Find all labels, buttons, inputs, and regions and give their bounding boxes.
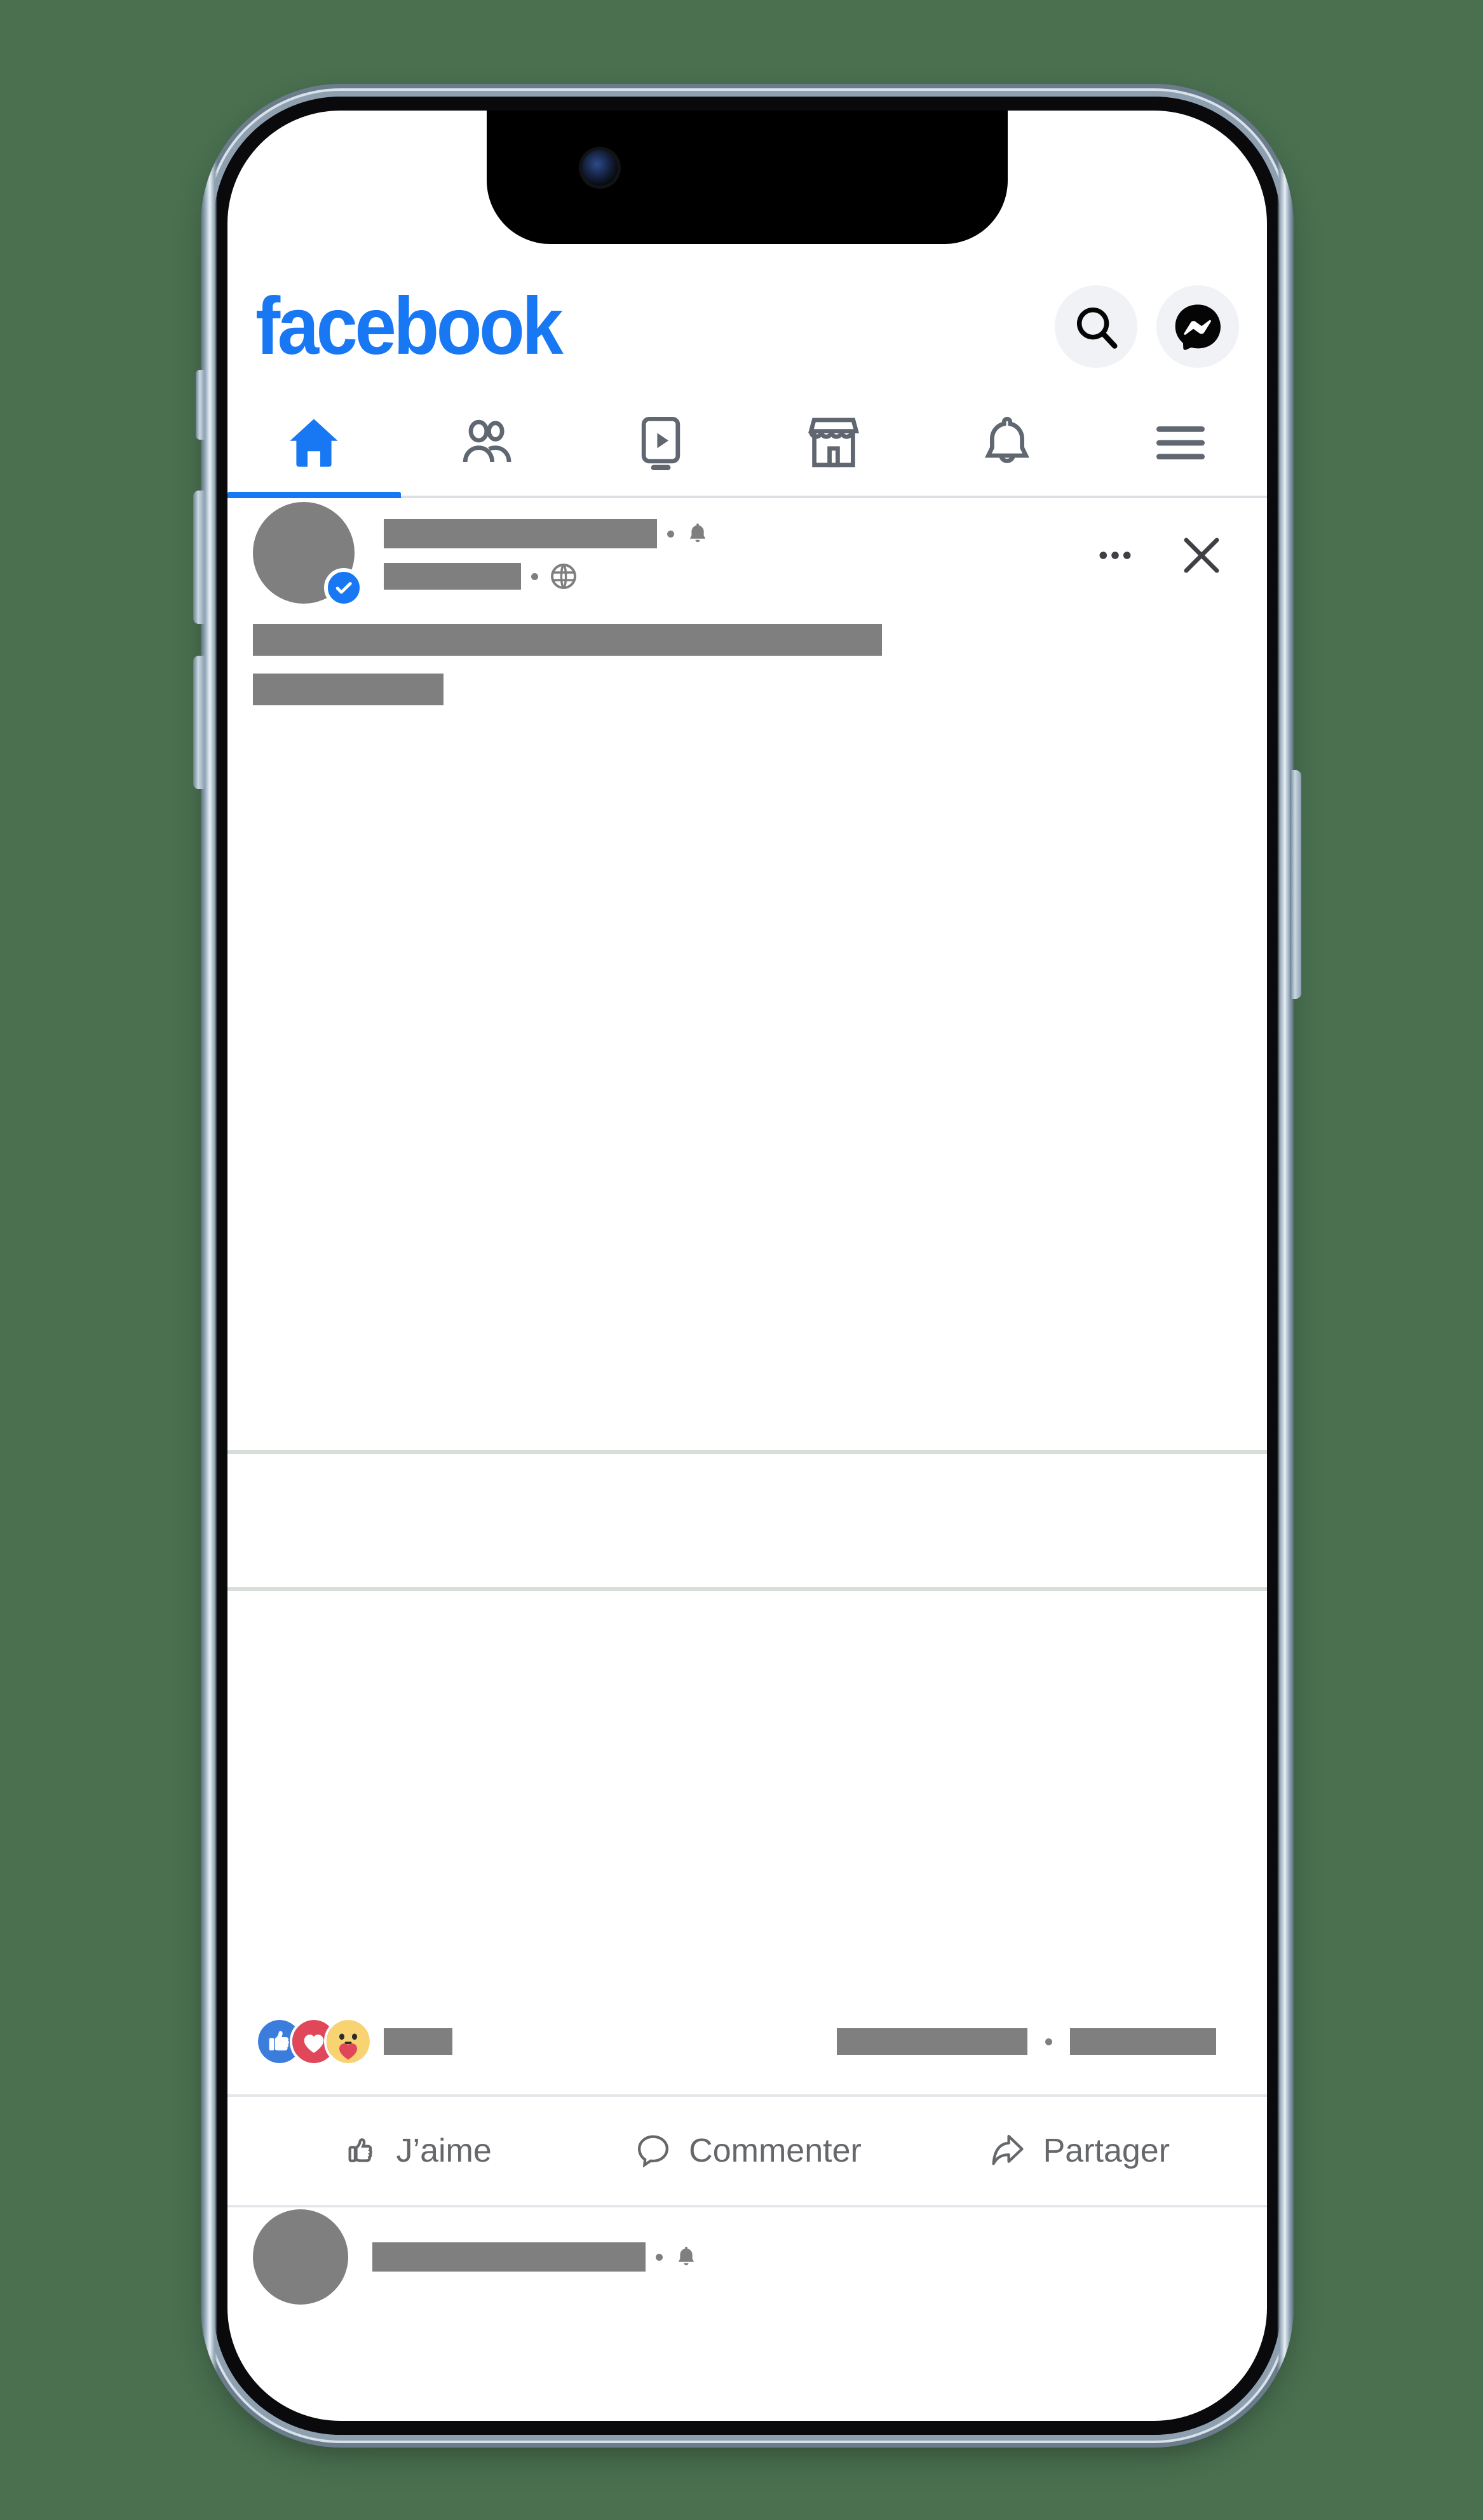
author-name-row[interactable] xyxy=(384,519,711,548)
silent-switch[interactable] xyxy=(196,370,205,440)
like-button-label: J’aime xyxy=(396,2132,492,2169)
tab-marketplace[interactable] xyxy=(747,390,921,496)
comment-count-redacted xyxy=(837,2028,1027,2055)
verified-badge xyxy=(324,568,363,607)
device-notch xyxy=(487,111,1008,244)
post-media-placeholder[interactable] xyxy=(227,731,1267,1989)
author-avatar-wrapper[interactable] xyxy=(253,502,363,609)
video-play-icon xyxy=(641,416,680,471)
front-camera-icon xyxy=(582,150,618,186)
thumbs-up-outline-icon xyxy=(348,2138,372,2162)
separator-dot xyxy=(1045,2038,1052,2045)
post-action-bar: J’aime Commenter Partager xyxy=(227,2097,1267,2205)
tab-menu[interactable] xyxy=(1094,390,1267,496)
globe-public-icon[interactable] xyxy=(548,561,579,592)
facebook-logo[interactable]: facebook xyxy=(255,286,564,367)
tab-watch[interactable] xyxy=(574,390,747,496)
reaction-count-redacted xyxy=(384,2028,452,2055)
next-post-meta xyxy=(372,2242,700,2272)
home-icon xyxy=(290,419,338,467)
hamburger-menu-icon xyxy=(1156,426,1205,459)
active-tab-indicator xyxy=(227,492,401,498)
post-engagement-bar xyxy=(227,1989,1267,2097)
messenger-icon xyxy=(1175,304,1221,350)
next-post-preview[interactable] xyxy=(227,2205,1267,2307)
tab-notifications[interactable] xyxy=(921,390,1094,496)
post-text-line-redacted xyxy=(253,624,882,656)
friends-icon xyxy=(463,419,511,463)
share-button-label: Partager xyxy=(1043,2132,1170,2169)
media-divider xyxy=(227,1450,1267,1454)
reaction-icons[interactable] xyxy=(255,2017,372,2066)
bell-icon xyxy=(678,2246,694,2266)
post-meta xyxy=(384,519,711,592)
separator-dot xyxy=(656,2253,663,2261)
close-icon[interactable] xyxy=(1177,531,1226,580)
post-timestamp-row xyxy=(384,561,711,592)
post-header xyxy=(227,498,1267,613)
search-icon xyxy=(1076,307,1118,349)
share-count-redacted xyxy=(1070,2028,1216,2055)
power-button[interactable] xyxy=(1290,770,1301,999)
author-name-redacted xyxy=(384,519,657,548)
share-arrow-icon xyxy=(992,2134,1024,2165)
post-text-line-redacted xyxy=(253,674,444,705)
separator-dot xyxy=(531,572,538,580)
feed-post: J’aime Commenter Partager xyxy=(227,498,1267,2307)
marketplace-icon xyxy=(808,417,860,468)
comment-button[interactable]: Commenter xyxy=(581,2130,912,2171)
tab-friends[interactable] xyxy=(401,390,574,496)
search-button[interactable] xyxy=(1055,285,1137,368)
like-button[interactable]: J’aime xyxy=(250,2130,581,2171)
next-author-name-redacted xyxy=(372,2242,646,2272)
timestamp-redacted xyxy=(384,563,521,590)
main-navigation-tabs xyxy=(227,390,1267,498)
verified-checkmark-icon xyxy=(335,582,352,594)
separator-dot xyxy=(667,530,674,538)
share-button[interactable]: Partager xyxy=(913,2130,1244,2171)
media-divider xyxy=(227,1587,1267,1591)
comment-button-label: Commenter xyxy=(689,2132,862,2169)
post-body-text xyxy=(227,613,1267,731)
phone-screen: facebook J’aime Commenter Partager xyxy=(227,111,1267,2421)
avatar xyxy=(253,2209,348,2305)
header-actions xyxy=(1055,285,1239,368)
volume-down-button[interactable] xyxy=(193,656,205,789)
bell-icon[interactable] xyxy=(684,520,711,547)
app-header: facebook xyxy=(227,263,1267,390)
phone-frame: facebook J’aime Commenter Partager xyxy=(193,84,1301,2448)
volume-up-button[interactable] xyxy=(193,491,205,624)
more-options-icon[interactable] xyxy=(1094,534,1136,576)
care-reaction-icon xyxy=(324,2017,372,2066)
bell-icon xyxy=(984,416,1030,463)
comments-shares-counts[interactable] xyxy=(837,2028,1239,2055)
comment-bubble-icon xyxy=(638,2135,669,2168)
tab-home[interactable] xyxy=(227,390,401,498)
post-header-actions xyxy=(1094,531,1242,580)
messenger-button[interactable] xyxy=(1156,285,1239,368)
